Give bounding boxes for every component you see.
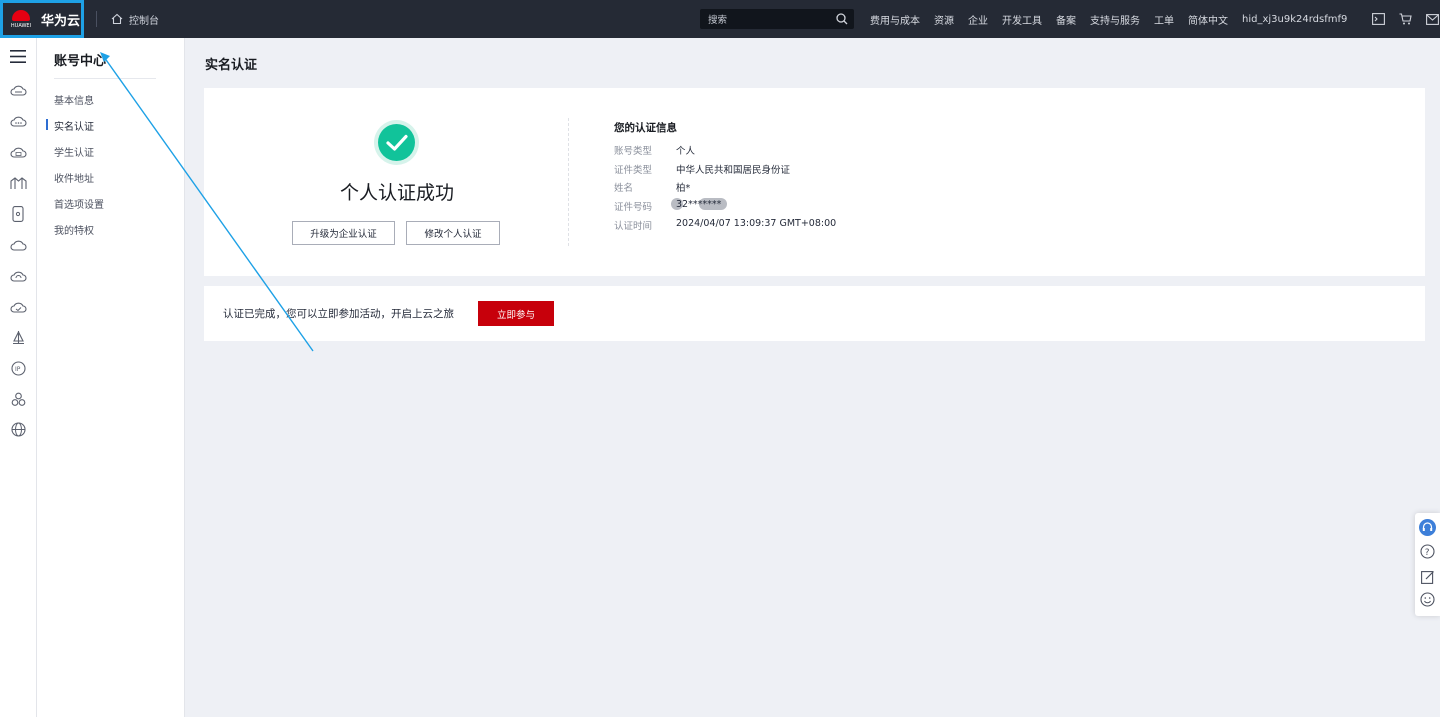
headset-icon[interactable] (1419, 519, 1436, 536)
huawei-logo-icon: HUAWEI (9, 6, 33, 32)
upgrade-enterprise-button[interactable]: 升级为企业认证 (292, 221, 395, 245)
cloud-server-icon[interactable] (9, 81, 27, 99)
vertical-divider (568, 118, 569, 246)
info-title: 您的认证信息 (614, 122, 677, 134)
console-link[interactable]: 控制台 (111, 12, 159, 27)
id-number-value: 32******* (676, 199, 722, 210)
sail-icon[interactable] (9, 328, 27, 346)
svg-text:?: ? (1425, 548, 1430, 558)
ip-icon[interactable]: IP (9, 359, 27, 377)
home-icon (111, 13, 123, 25)
nav-cost[interactable]: 费用与成本 (870, 12, 920, 27)
cloud-db-icon[interactable] (9, 143, 27, 161)
nav-dev-tools[interactable]: 开发工具 (1002, 12, 1042, 27)
mobile-icon[interactable] (9, 205, 27, 223)
search-icon[interactable] (836, 13, 848, 25)
icon-rail: IP (0, 38, 37, 717)
info-row-id-type: 证件类型 中华人民共和国居民身份证 (614, 165, 791, 176)
terminal-icon[interactable] (1365, 13, 1392, 25)
success-message: 个人认证成功 (339, 182, 454, 204)
info-row-time: 认证时间 2024/04/07 13:09:37 GMT+08:00 (614, 218, 837, 232)
page-title: 实名认证 (205, 58, 258, 73)
divider (96, 11, 97, 27)
join-now-button[interactable]: 立即参与 (478, 301, 554, 326)
search-input[interactable]: 搜索 (700, 9, 854, 29)
sidebar-divider (54, 78, 156, 79)
cloud-dots-icon[interactable] (9, 112, 27, 130)
account-sidebar: 账号中心 基本信息 实名认证 学生认证 收件地址 首选项设置 我的特权 (37, 38, 185, 717)
help-icon[interactable]: ? (1419, 543, 1436, 560)
info-row-account-type: 账号类型 个人 (614, 146, 696, 157)
globe-icon[interactable] (9, 420, 27, 438)
cloud-sync-icon[interactable] (9, 267, 27, 285)
brand-logo[interactable]: HUAWEI 华为云 (0, 0, 84, 38)
nav-enterprise[interactable]: 企业 (968, 12, 988, 27)
mail-icon[interactable] (1419, 13, 1440, 25)
console-label: 控制台 (129, 15, 159, 27)
nav-support[interactable]: 支持与服务 (1090, 12, 1140, 27)
sidebar-item-real-name[interactable]: 实名认证 (46, 118, 94, 133)
edit-icon[interactable] (1419, 568, 1436, 585)
sidebar-item-address[interactable]: 收件地址 (54, 170, 94, 185)
cloud-check-icon[interactable] (9, 298, 27, 316)
sidebar-title: 账号中心 (54, 54, 107, 69)
nav-resources[interactable]: 资源 (934, 12, 954, 27)
svg-text:IP: IP (15, 366, 21, 373)
promo-text: 认证已完成，您可以立即参加活动，开启上云之旅 (223, 308, 454, 320)
brand-name: 华为云 (41, 13, 81, 29)
sidebar-item-privileges[interactable]: 我的特权 (54, 222, 94, 237)
cluster-icon[interactable] (9, 390, 27, 408)
info-row-name: 姓名 柏* (614, 183, 691, 194)
search-placeholder: 搜索 (708, 15, 728, 26)
verification-card: 个人认证成功 升级为企业认证 修改个人认证 您的认证信息 账号类型 个人 证件类… (204, 88, 1425, 276)
modify-personal-button[interactable]: 修改个人认证 (406, 221, 500, 245)
menu-icon[interactable] (10, 48, 26, 67)
floating-toolbar: ? (1415, 513, 1440, 616)
nav-language[interactable]: 简体中文 (1188, 12, 1228, 27)
nav-username[interactable]: hid_xj3u9k24rdsfmf9 (1242, 14, 1347, 25)
sidebar-item-student[interactable]: 学生认证 (54, 144, 94, 159)
smile-icon[interactable] (1419, 591, 1436, 608)
info-row-id-number: 证件号码 32******* (614, 198, 728, 213)
sidebar-item-preferences[interactable]: 首选项设置 (54, 196, 104, 211)
sidebar-item-basic-info[interactable]: 基本信息 (54, 92, 94, 107)
cloud-icon[interactable] (9, 236, 27, 254)
bridge-icon[interactable] (9, 174, 27, 192)
nav-tickets[interactable]: 工单 (1154, 12, 1174, 27)
promo-card: 认证已完成，您可以立即参加活动，开启上云之旅 立即参与 (204, 286, 1425, 341)
nav-filing[interactable]: 备案 (1056, 12, 1076, 27)
success-check-icon (374, 120, 419, 165)
cart-icon[interactable] (1392, 13, 1419, 25)
top-bar: HUAWEI 华为云 控制台 搜索 费用与成本 资源 企业 开发工具 备案 支持… (0, 0, 1440, 38)
